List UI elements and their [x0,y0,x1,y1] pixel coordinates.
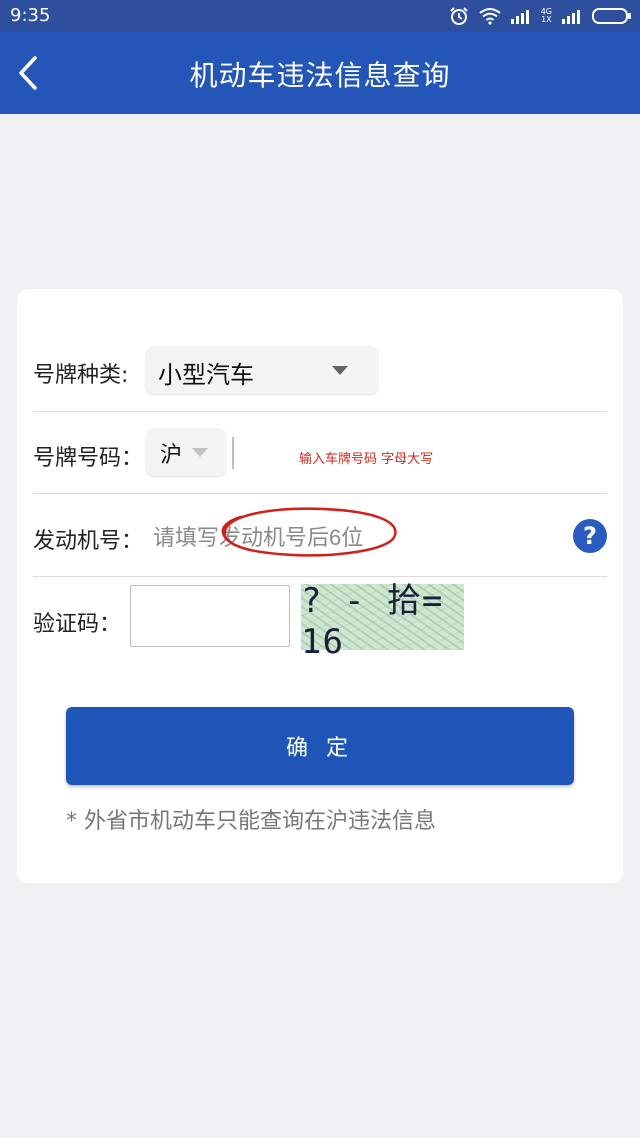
plate-type-value: 小型汽车 [158,361,254,389]
divider [33,411,607,412]
chevron-down-icon [332,366,348,375]
navigation-bar: 机动车违法信息查询 [0,32,640,114]
captcha-label: 验证码： [33,612,122,637]
status-bar: 9:35 4G 1X [0,0,640,32]
engine-number-input[interactable] [151,517,535,559]
engine-number-label: 发动机号： [33,529,144,554]
signal-icon-1 [510,10,529,24]
text-cursor [232,437,234,469]
network-type: 4G 1X [540,7,552,24]
captcha-input[interactable] [130,585,290,647]
alarm-icon [449,7,468,25]
plate-number-hint: 输入车牌号码 字母大写 [299,452,434,467]
province-select[interactable]: 沪 [146,428,226,476]
chevron-down-icon [192,448,208,457]
plate-number-label: 号牌号码： [33,446,144,471]
status-icons: 4G 1X [449,6,632,26]
confirm-button[interactable]: 确 定 [66,707,574,785]
footnote: * 外省市机动车只能查询在沪违法信息 [66,809,436,834]
page-title: 机动车违法信息查询 [189,59,451,92]
wifi-icon [479,8,501,25]
province-value: 沪 [160,443,183,468]
help-button[interactable]: ? [573,519,607,553]
query-form-card: 号牌种类: 小型汽车 号牌号码： 沪 输入车牌号码 字母大写 发动机号： ? 验… [17,289,623,883]
plate-type-select[interactable]: 小型汽车 [146,346,378,394]
question-mark-icon: ? [583,522,597,550]
signal-icon-2 [562,10,580,24]
captcha-text: ? - 拾= 16 [301,580,444,662]
battery-icon [592,8,631,24]
plate-type-label: 号牌种类: [33,363,129,388]
divider [33,493,607,494]
status-time: 9:35 [10,5,51,26]
captcha-image[interactable]: ? - 拾= 16 [301,581,464,662]
